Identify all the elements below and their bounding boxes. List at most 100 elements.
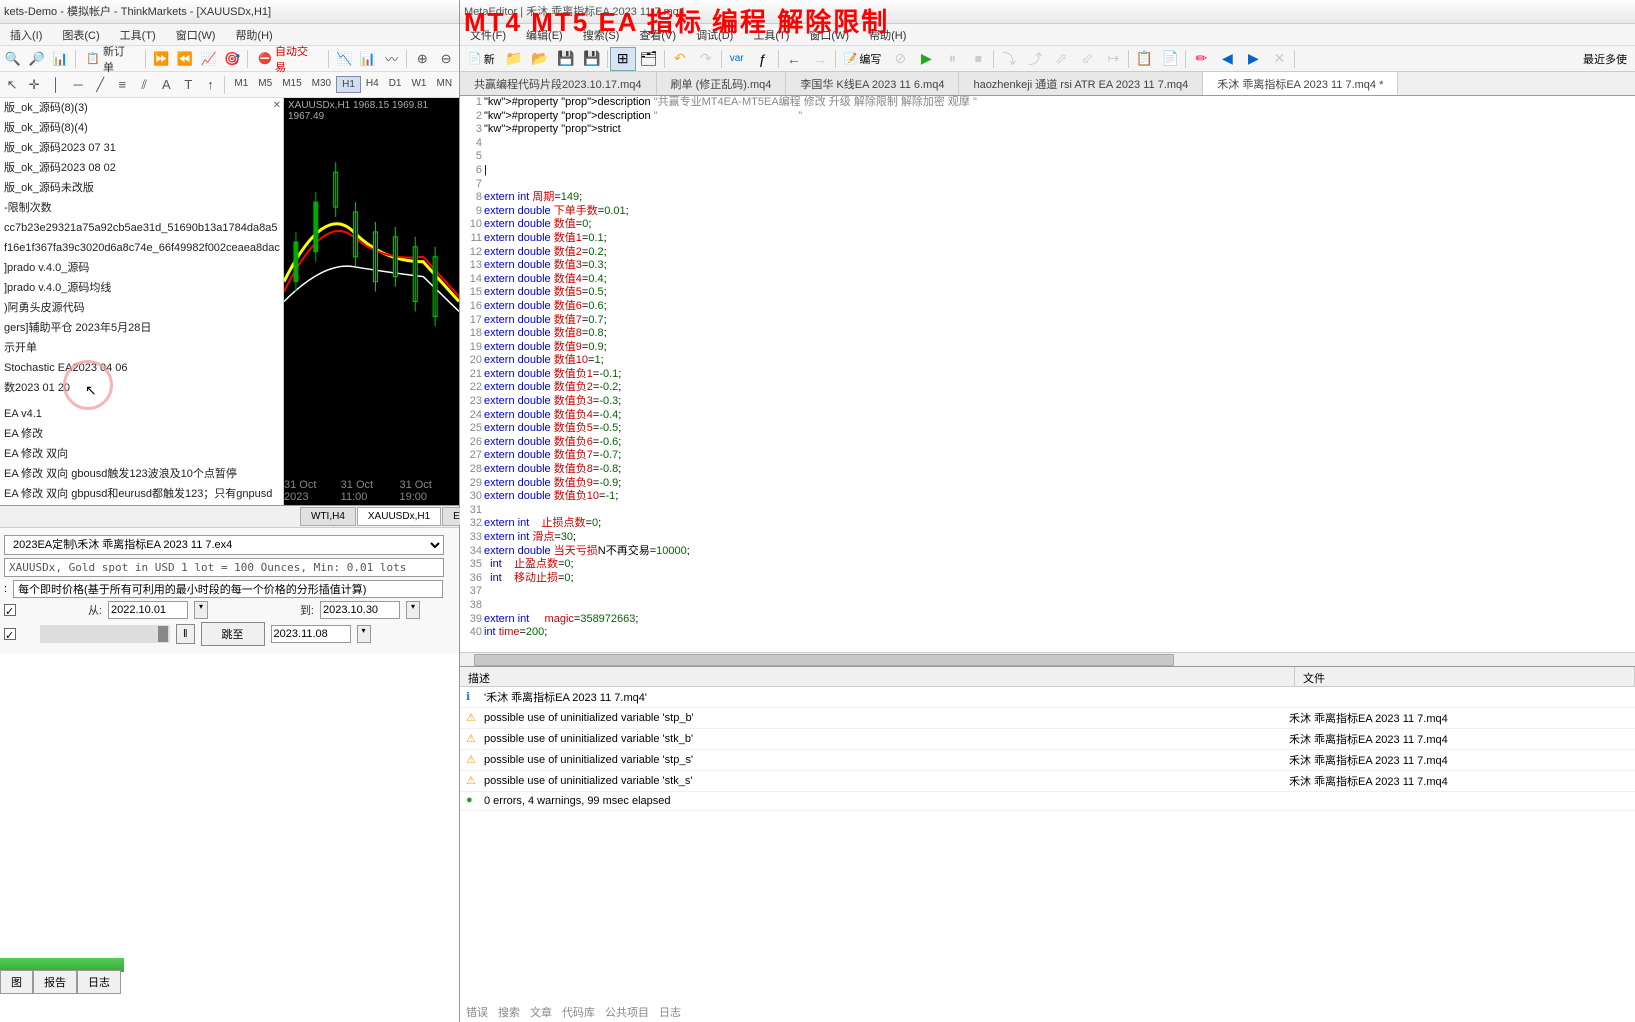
tf-D1[interactable]: D1 [384,76,407,93]
var-icon[interactable]: var [724,47,750,71]
error-row[interactable]: ⚠possible use of uninitialized variable … [460,729,1635,750]
auto-trade-button[interactable]: ⛔ 自动交易 [252,43,324,75]
step3-icon[interactable]: ⬀ [1048,47,1074,71]
to-date-input[interactable] [320,601,400,619]
from-date-input[interactable] [108,601,188,619]
btab-log[interactable]: 日志 [659,1004,681,1020]
nav-icon[interactable]: 🗂 [636,47,662,71]
recent-dropdown[interactable]: 最近多使 [1577,47,1633,71]
candles-icon[interactable]: 📊 [50,48,72,70]
copy-icon[interactable]: 📋 [1131,47,1157,71]
error-row[interactable]: ●0 errors, 4 warnings, 99 msec elapsed [460,792,1635,811]
nav-item[interactable]: gers]辅助平仓 2023年5月28日 [0,318,283,338]
save-icon[interactable]: 💾 [553,47,579,71]
hline-icon[interactable]: ─ [68,74,88,96]
zoom-plus-icon[interactable]: ⊕ [411,48,433,70]
tf-M15[interactable]: M15 [277,76,306,93]
date-checkbox[interactable]: ✓ [4,604,16,616]
tab-file5[interactable]: 禾沐 乖离指标EA 2023 11 7.mq4 * [1203,72,1398,95]
paste-icon[interactable]: 📄 [1157,47,1183,71]
code-editor[interactable]: 1234567891011121314151617181920212223242… [460,96,1635,652]
tab-xauusd[interactable]: XAUUSDx,H1 [357,507,441,526]
tester-symbol-input[interactable] [4,558,444,577]
bookmark-prev-icon[interactable]: ◀ [1214,47,1240,71]
marker-icon[interactable]: ✏ [1188,47,1214,71]
jump-date-spinner[interactable]: ▾ [357,625,371,643]
nav-item[interactable]: 版_ok_源码(8)(4) [0,118,283,138]
to-date-spinner[interactable]: ▾ [406,601,420,619]
nav-item[interactable]: ]prado v.4.0_源码均线 [0,278,283,298]
btab-public[interactable]: 公共项目 [605,1004,649,1020]
tab-file4[interactable]: haozhenkeji 通道 rsi ATR EA 2023 11 7.mq4 [959,72,1203,95]
step5-icon[interactable]: ↦ [1100,47,1126,71]
error-row[interactable]: ⚠possible use of uninitialized variable … [460,771,1635,792]
tf-M30[interactable]: M30 [307,76,336,93]
tf-M5[interactable]: M5 [253,76,277,93]
saveall-icon[interactable]: 💾 [579,47,605,71]
nav-item[interactable]: 版_ok_源码(8)(3) [0,98,283,118]
tab-wti[interactable]: WTI,H4 [300,507,356,526]
arrow-icon[interactable]: ↑ [200,74,220,96]
jump-button[interactable]: 跳至 [201,622,265,646]
func-icon[interactable]: ƒ [750,47,776,71]
nav-item[interactable]: Stochastic EA2023 04 06 [0,358,283,378]
new-order-button[interactable]: 📋 新订单 [80,43,141,75]
compile-button[interactable]: 📝编写 [838,47,888,71]
shift-icon[interactable]: ⏪ [174,48,196,70]
chart-type2-icon[interactable]: 📊 [357,48,379,70]
chart-type1-icon[interactable]: 📉 [333,48,355,70]
pause-button[interactable]: ‖ [176,624,195,644]
nav-item[interactable]: EA 修改 双向 gbpusd和eurusd都触发123；只有gnpusd [0,484,283,504]
menu-insert[interactable]: 插入(I) [0,24,52,45]
zoom-in-icon[interactable]: 🔍 [2,48,24,70]
redo-icon[interactable]: ↷ [693,47,719,71]
close-icon[interactable]: ✕ [273,100,281,111]
tab-file1[interactable]: 共赢编程代码片段2023.10.17.mq4 [460,72,657,95]
error-row[interactable]: ℹ'禾沐 乖离指标EA 2023 11 7.mq4' [460,687,1635,708]
nav-item[interactable]: EA v4.1 [0,404,283,424]
nav-item[interactable]: 版_ok_源码2023 07 31 [0,138,283,158]
trend-icon[interactable]: ╱ [90,74,110,96]
error-row[interactable]: ⚠possible use of uninitialized variable … [460,708,1635,729]
step4-icon[interactable]: ⬃ [1074,47,1100,71]
step2-icon[interactable]: ⤴ [1022,47,1048,71]
indicators-icon[interactable]: 📈 [198,48,220,70]
templates-icon[interactable]: 🎯 [222,48,244,70]
menu-window[interactable]: 窗口(W) [166,24,226,45]
err-col-file[interactable]: 文件 [1295,667,1635,686]
undo-icon[interactable]: ↶ [667,47,693,71]
btab-codebase[interactable]: 代码库 [562,1004,595,1020]
tester-ea-select[interactable]: 2023EA定制\禾沐 乖离指标EA 2023 11 7.ex4 [4,535,444,555]
back-icon[interactable]: ← [781,47,807,71]
nav-item[interactable]: EA 修改 双向 gbousd触发123波浪及10个点暂停 [0,464,283,484]
bookmark-next-icon[interactable]: ▶ [1240,47,1266,71]
btab-chart[interactable]: 图 [0,970,33,994]
from-date-spinner[interactable]: ▾ [194,601,208,619]
nav-item[interactable]: ]prado v.4.0_源码 [0,258,283,278]
tf-H4[interactable]: H4 [361,76,384,93]
text-icon[interactable]: A [156,74,176,96]
tf-MN[interactable]: MN [431,76,457,93]
folder-icon[interactable]: 📂 [527,47,553,71]
btab-log[interactable]: 日志 [77,970,121,994]
nav-item[interactable]: EA 修改 双向 [0,444,283,464]
scroll-icon[interactable]: ⏩ [150,48,172,70]
compile-stop-icon[interactable]: ⊘ [887,47,913,71]
tf-W1[interactable]: W1 [406,76,431,93]
nav-item[interactable]: 数2023 01 20 [0,378,283,398]
jump-date-input[interactable] [271,625,351,643]
bookmark-clear-icon[interactable]: ✕ [1266,47,1292,71]
nav-item[interactable]: EA 修改 双向 gbpusd和eurusd都触发123都10个点暂停的 [0,504,283,505]
open-icon[interactable]: 📁 [501,47,527,71]
new-file-button[interactable]: 📄新 [462,47,501,71]
crosshair-icon[interactable]: ✛ [24,74,44,96]
error-row[interactable]: ⚠possible use of uninitialized variable … [460,750,1635,771]
window-icon[interactable]: ⊞ [610,47,636,71]
nav-item[interactable]: -限制次数 [0,198,283,218]
btab-articles[interactable]: 文章 [530,1004,552,1020]
channel-icon[interactable]: ≡ [112,74,132,96]
vline-icon[interactable]: │ [46,74,66,96]
tab-file2[interactable]: 刷单 (修正乱码).mq4 [657,72,787,95]
tab-file3[interactable]: 李国华 K线EA 2023 11 6.mq4 [786,72,959,95]
zoom-out-icon[interactable]: 🔎 [26,48,48,70]
